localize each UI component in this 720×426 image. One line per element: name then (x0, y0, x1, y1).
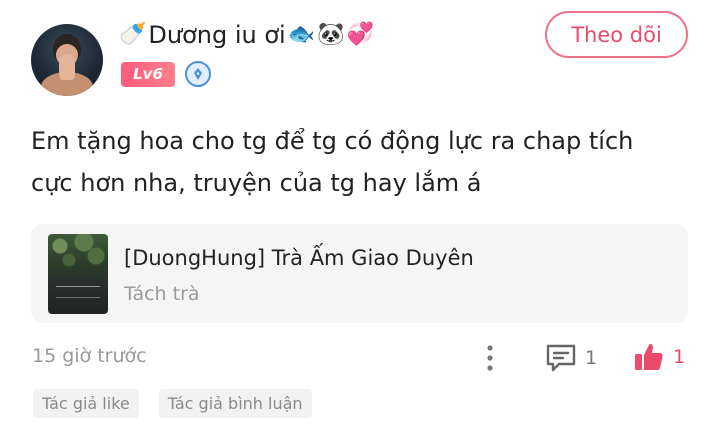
reply-count: 1 (585, 347, 598, 369)
username[interactable]: 🍼 Dương iu ơi 🐟 🐼 💞 (119, 17, 374, 53)
book-cover-image (48, 234, 108, 314)
more-vertical-icon (487, 345, 493, 371)
level-badge: Lv6 (121, 61, 175, 87)
thumbs-up-icon (635, 343, 663, 370)
like-count: 1 (673, 346, 686, 368)
follow-button[interactable]: Theo dõi (545, 11, 688, 58)
book-cover-caption (56, 286, 100, 298)
hearts-emoji: 💞 (346, 22, 374, 47)
book-chapter: Tách trà (124, 283, 200, 305)
book-title: [DuongHung] Trà Ấm Giao Duyên (124, 246, 474, 270)
user-badges: Lv6 (121, 61, 211, 87)
book-card[interactable]: [DuongHung] Trà Ấm Giao Duyên Tách trà (31, 224, 688, 323)
tag-author-commented: Tác giả bình luận (158, 389, 312, 418)
pen-icon (185, 61, 211, 87)
like-button[interactable]: 1 (633, 338, 685, 376)
tag-author-liked: Tác giả like (33, 389, 139, 418)
comment-timestamp: 15 giờ trước (32, 345, 147, 367)
comment-tags: Tác giả like Tác giả bình luận (33, 389, 312, 418)
username-text: Dương iu ơi (148, 21, 286, 49)
panda-emoji: 🐼 (317, 22, 345, 47)
baby-bottle-emoji: 🍼 (119, 22, 147, 47)
comment-icon (546, 344, 576, 372)
book-cover-foliage (48, 234, 108, 274)
avatar-figure-hands (59, 54, 75, 80)
fish-emoji: 🐟 (287, 22, 316, 47)
more-options-button[interactable] (480, 340, 500, 376)
user-avatar[interactable] (31, 24, 103, 96)
comment-text: Em tặng hoa cho tg để tg có động lực ra … (31, 127, 634, 197)
reply-button[interactable]: 1 (545, 340, 597, 376)
